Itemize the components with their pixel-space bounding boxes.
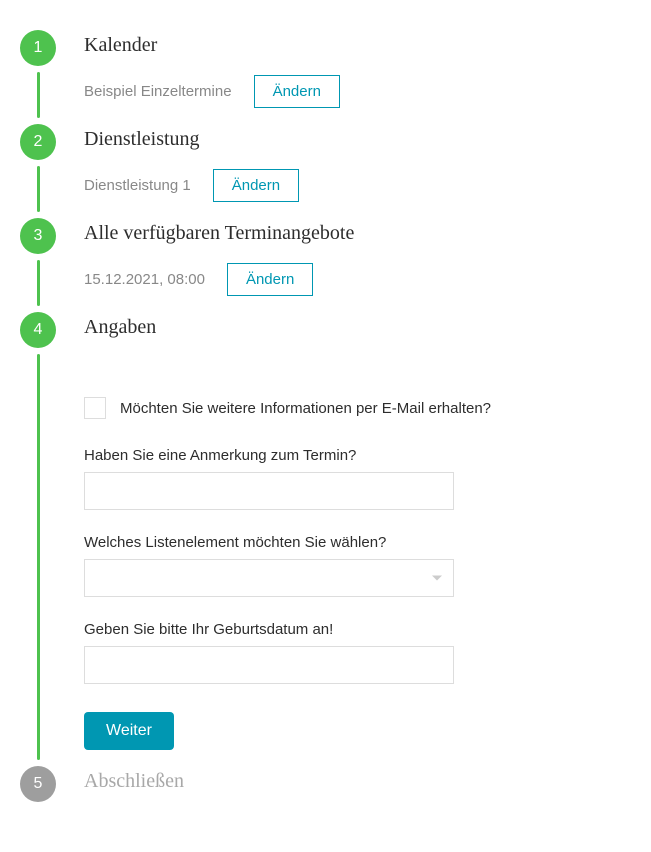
- step-connector: [37, 354, 40, 760]
- step-details: 4 Angaben Möchten Sie weitere Informatio…: [20, 312, 631, 766]
- continue-button[interactable]: Weiter: [84, 712, 174, 750]
- dob-input[interactable]: [84, 646, 454, 684]
- step-title: Abschließen: [84, 766, 631, 793]
- list-field-group: Welches Listenelement möchten Sie wählen…: [84, 534, 631, 597]
- step-connector: [37, 260, 40, 306]
- step-marker: 3: [20, 218, 56, 312]
- step-title: Kalender: [84, 30, 631, 57]
- step-number-badge: 3: [20, 218, 56, 254]
- step-calendar: 1 Kalender Beispiel Einzeltermine Ändern: [20, 30, 631, 124]
- step-content: Kalender Beispiel Einzeltermine Ändern: [84, 30, 631, 124]
- note-label: Haben Sie eine Anmerkung zum Termin?: [84, 447, 631, 464]
- step-appointment: 3 Alle verfügbaren Terminangebote 15.12.…: [20, 218, 631, 312]
- step-title: Angaben: [84, 312, 631, 339]
- list-select[interactable]: [84, 559, 454, 597]
- step-connector: [37, 166, 40, 212]
- dob-label: Geben Sie bitte Ihr Geburtsdatum an!: [84, 621, 631, 638]
- step-marker: 2: [20, 124, 56, 218]
- list-select-wrapper: [84, 559, 454, 597]
- change-appointment-button[interactable]: Ändern: [227, 263, 313, 296]
- email-optin-checkbox[interactable]: [84, 397, 106, 419]
- step-summary: 15.12.2021, 08:00 Ändern: [84, 263, 631, 296]
- step-summary: Beispiel Einzeltermine Ändern: [84, 75, 631, 108]
- step-summary: Dienstleistung 1 Ändern: [84, 169, 631, 202]
- note-field-group: Haben Sie eine Anmerkung zum Termin?: [84, 447, 631, 510]
- step-connector: [37, 72, 40, 118]
- step-content: Alle verfügbaren Terminangebote 15.12.20…: [84, 218, 631, 312]
- step-marker: 5: [20, 766, 56, 811]
- email-optin-row: Möchten Sie weitere Informationen per E-…: [84, 397, 631, 419]
- step-service: 2 Dienstleistung Dienstleistung 1 Ändern: [20, 124, 631, 218]
- step-title: Alle verfügbaren Terminangebote: [84, 218, 631, 245]
- change-service-button[interactable]: Ändern: [213, 169, 299, 202]
- step-content: Angaben Möchten Sie weitere Informatione…: [84, 312, 631, 766]
- step-content: Dienstleistung Dienstleistung 1 Ändern: [84, 124, 631, 218]
- step-number-badge: 1: [20, 30, 56, 66]
- step-marker: 1: [20, 30, 56, 124]
- booking-wizard: 1 Kalender Beispiel Einzeltermine Ändern…: [20, 30, 631, 811]
- dob-field-group: Geben Sie bitte Ihr Geburtsdatum an!: [84, 621, 631, 684]
- step-number-badge: 5: [20, 766, 56, 802]
- step-finish: 5 Abschließen: [20, 766, 631, 811]
- appointment-value: 15.12.2021, 08:00: [84, 271, 205, 288]
- step-title: Dienstleistung: [84, 124, 631, 151]
- details-form: Möchten Sie weitere Informationen per E-…: [84, 357, 631, 750]
- note-input[interactable]: [84, 472, 454, 510]
- calendar-value: Beispiel Einzeltermine: [84, 83, 232, 100]
- service-value: Dienstleistung 1: [84, 177, 191, 194]
- step-number-badge: 2: [20, 124, 56, 160]
- step-number-badge: 4: [20, 312, 56, 348]
- step-content: Abschließen: [84, 766, 631, 811]
- change-calendar-button[interactable]: Ändern: [254, 75, 340, 108]
- step-marker: 4: [20, 312, 56, 766]
- email-optin-label: Möchten Sie weitere Informationen per E-…: [120, 400, 491, 417]
- list-label: Welches Listenelement möchten Sie wählen…: [84, 534, 631, 551]
